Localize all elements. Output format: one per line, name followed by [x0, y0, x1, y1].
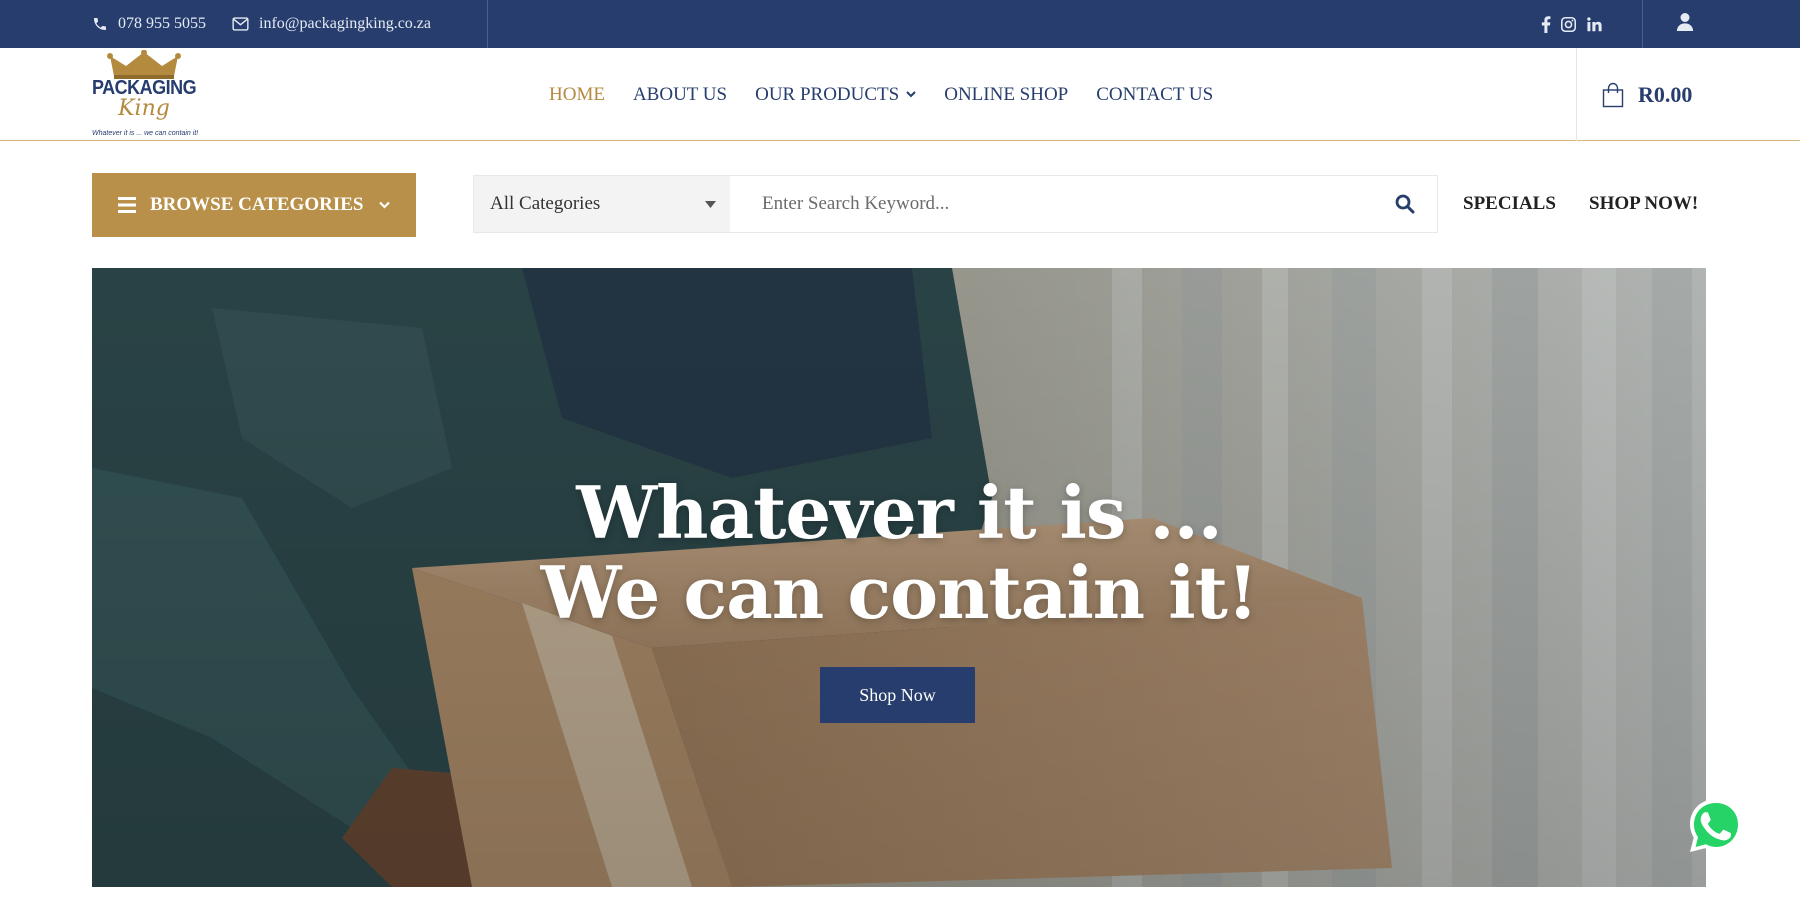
cart-total: R0.00: [1638, 81, 1693, 107]
logo-script: King: [118, 96, 170, 121]
email-link[interactable]: info@packagingking.co.za: [232, 15, 431, 33]
phone-link[interactable]: 078 955 5055: [92, 15, 206, 33]
caret-down-icon: [705, 200, 716, 208]
nav-our-products[interactable]: OUR PRODUCTS: [755, 84, 916, 106]
main-nav: HOME ABOUT US OUR PRODUCTS ONLINE SHOP C…: [549, 48, 1241, 141]
divider: [1576, 48, 1577, 141]
social-links: [1532, 0, 1603, 48]
browse-categories-button[interactable]: BROWSE CATEGORIES: [92, 173, 416, 237]
shopping-bag-icon: [1602, 82, 1624, 107]
nav-home[interactable]: HOME: [549, 84, 605, 106]
cart-button[interactable]: R0.00: [1602, 48, 1692, 141]
chevron-down-icon: [906, 91, 916, 98]
logo-tagline: Whatever it is ... we can contain it!: [92, 130, 199, 137]
top-bar: 078 955 5055 info@packagingking.co.za: [0, 0, 1800, 48]
chevron-down-icon: [379, 201, 391, 209]
nav-about-us[interactable]: ABOUT US: [633, 84, 727, 106]
divider: [1642, 0, 1643, 48]
user-account-icon[interactable]: [1676, 12, 1694, 37]
hero-line-1: Whatever it is ...: [576, 470, 1222, 555]
instagram-icon[interactable]: [1560, 16, 1577, 33]
facebook-icon[interactable]: [1541, 15, 1551, 33]
main-header: PACKAGING King Whatever it is ... we can…: [0, 48, 1800, 141]
logo[interactable]: PACKAGING King Whatever it is ... we can…: [92, 50, 199, 140]
search-button[interactable]: [1373, 176, 1437, 232]
phone-icon: [94, 18, 106, 30]
divider: [487, 0, 488, 48]
search-bar: All Categories: [473, 175, 1438, 233]
hero-banner: Whatever it is ... We can contain it! Sh…: [92, 268, 1706, 887]
hero-line-2: We can contain it!: [540, 550, 1259, 635]
linkedin-icon[interactable]: [1586, 16, 1603, 33]
nav-online-shop[interactable]: ONLINE SHOP: [944, 84, 1068, 106]
hero-heading: Whatever it is ... We can contain it!: [92, 473, 1706, 633]
shop-now-link[interactable]: SHOP NOW!: [1589, 175, 1698, 233]
specials-link[interactable]: SPECIALS: [1463, 175, 1556, 233]
menu-icon: [118, 197, 136, 213]
phone-number: 078 955 5055: [118, 15, 206, 32]
contact-info: 078 955 5055 info@packagingking.co.za: [92, 0, 457, 48]
search-input[interactable]: [730, 176, 1373, 232]
email-address: info@packagingking.co.za: [259, 15, 432, 32]
envelope-icon: [232, 17, 249, 31]
browse-categories-label: BROWSE CATEGORIES: [150, 194, 364, 215]
category-select[interactable]: All Categories: [474, 176, 730, 232]
whatsapp-chat-button[interactable]: [1686, 796, 1746, 856]
category-select-value: All Categories: [490, 193, 601, 214]
search-icon: [1395, 194, 1415, 214]
nav-contact-us[interactable]: CONTACT US: [1096, 84, 1213, 106]
whatsapp-icon: [1690, 799, 1742, 852]
shop-now-button[interactable]: Shop Now: [820, 667, 975, 723]
